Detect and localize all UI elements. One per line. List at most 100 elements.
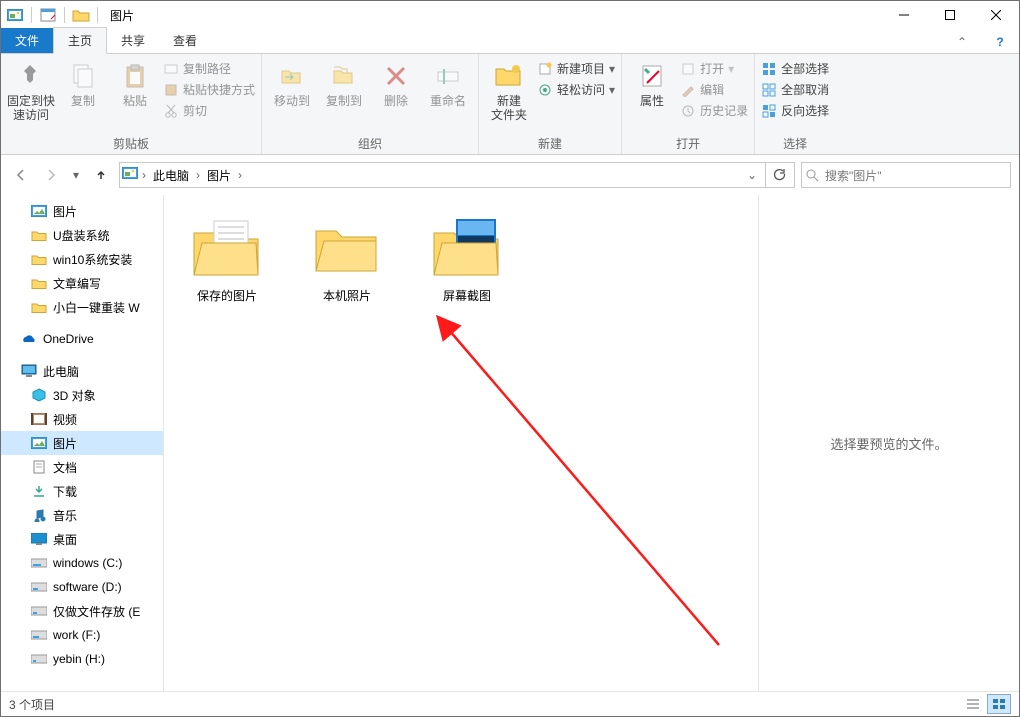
tab-share[interactable]: 共享 xyxy=(107,28,159,53)
tab-view[interactable]: 查看 xyxy=(159,28,211,53)
nav-downloads[interactable]: 下载 xyxy=(1,479,163,503)
edit-button[interactable]: 编辑 xyxy=(680,81,748,98)
cut-label: 剪切 xyxy=(183,102,207,119)
folder-item[interactable]: 屏幕截图 xyxy=(422,213,512,304)
nav-xiaobai[interactable]: 小白一键重装 W xyxy=(1,295,163,319)
properties-button[interactable]: 属性 xyxy=(628,56,676,108)
nav-drive-e[interactable]: 仅做文件存放 (E xyxy=(1,599,163,623)
nav-videos[interactable]: 视频 xyxy=(1,407,163,431)
nav-recent-button[interactable]: ▾ xyxy=(69,163,83,187)
address-icon xyxy=(122,167,138,183)
qat-properties-icon[interactable] xyxy=(38,5,58,25)
ribbon-group-open: 属性 打开 ▾ 编辑 历史记录 xyxy=(622,54,755,154)
folder-thumb-saved-pictures xyxy=(188,213,266,283)
new-item-icon xyxy=(537,61,553,77)
nav-drive-c[interactable]: windows (C:) xyxy=(1,551,163,575)
minimize-button[interactable] xyxy=(881,1,927,29)
select-none-button[interactable]: 全部取消 xyxy=(761,81,829,98)
folder-thumb-screenshots xyxy=(428,213,506,283)
explorer-window: 图片 文件 主页 共享 查看 ⌃ ? 固定到快 速访问 复制 xyxy=(0,0,1020,717)
select-none-label: 全部取消 xyxy=(781,81,829,98)
ribbon-group-select: 全部选择 全部取消 反向选择 选择 xyxy=(755,54,835,154)
videos-icon xyxy=(31,411,47,427)
nav-pictures-quick[interactable]: 图片 xyxy=(1,199,163,223)
new-folder-button[interactable]: 新建 文件夹 xyxy=(485,56,533,122)
delete-button[interactable]: 删除 xyxy=(372,56,420,108)
breadcrumb-root[interactable]: 此电脑 xyxy=(150,167,192,184)
open-icon xyxy=(680,61,696,77)
folder-item[interactable]: 本机照片 xyxy=(302,213,392,304)
nav-this-pc[interactable]: 此电脑 xyxy=(1,359,163,383)
address-bar-row: ▾ › 此电脑 › 图片 › ⌄ 搜索"图片" xyxy=(1,155,1019,195)
folder-label: 本机照片 xyxy=(323,287,371,304)
select-none-icon xyxy=(761,82,777,98)
nav-win10-install[interactable]: win10系统安装 xyxy=(1,247,163,271)
address-dropdown-icon[interactable]: ⌄ xyxy=(743,168,761,182)
cut-icon xyxy=(163,103,179,119)
onedrive-icon xyxy=(21,331,37,347)
nav-back-button[interactable] xyxy=(9,163,33,187)
invert-selection-button[interactable]: 反向选择 xyxy=(761,102,829,119)
nav-drive-f[interactable]: work (F:) xyxy=(1,623,163,647)
nav-up-button[interactable] xyxy=(89,163,113,187)
title-folder-icon xyxy=(71,5,91,25)
cut-button[interactable]: 剪切 xyxy=(163,102,255,119)
help-icon[interactable]: ? xyxy=(981,31,1019,53)
nav-music[interactable]: 音乐 xyxy=(1,503,163,527)
properties-icon xyxy=(636,60,668,92)
tab-file[interactable]: 文件 xyxy=(1,28,53,53)
ribbon-tabs: 文件 主页 共享 查看 ⌃ ? xyxy=(1,29,1019,54)
folder-label: 屏幕截图 xyxy=(443,287,491,304)
move-to-button[interactable]: 移动到 xyxy=(268,56,316,108)
search-box[interactable]: 搜索"图片" xyxy=(801,162,1011,188)
chevron-right-icon[interactable]: › xyxy=(142,168,146,182)
view-details-button[interactable] xyxy=(961,694,985,714)
nav-article[interactable]: 文章编写 xyxy=(1,271,163,295)
select-all-button[interactable]: 全部选择 xyxy=(761,60,829,77)
nav-pictures[interactable]: 图片 xyxy=(1,431,163,455)
delete-icon xyxy=(380,60,412,92)
drive-icon xyxy=(31,627,47,643)
rename-button[interactable]: 重命名 xyxy=(424,56,472,108)
maximize-button[interactable] xyxy=(927,1,973,29)
nav-forward-button[interactable] xyxy=(39,163,63,187)
downloads-icon xyxy=(31,483,47,499)
address-bar[interactable]: › 此电脑 › 图片 › ⌄ xyxy=(119,162,795,188)
open-label: 打开 xyxy=(700,60,724,77)
copy-button[interactable]: 复制 xyxy=(59,56,107,108)
edit-label: 编辑 xyxy=(700,81,724,98)
nav-drive-h[interactable]: yebin (H:) xyxy=(1,647,163,671)
copy-to-button[interactable]: 复制到 xyxy=(320,56,368,108)
easy-access-button[interactable]: 轻松访问 ▾ xyxy=(537,81,615,98)
preview-message: 选择要预览的文件。 xyxy=(830,434,947,453)
copy-path-button[interactable]: 复制路径 xyxy=(163,60,255,77)
pin-quick-access-button[interactable]: 固定到快 速访问 xyxy=(7,56,55,122)
chevron-right-icon[interactable]: › xyxy=(196,168,200,182)
file-list[interactable]: 保存的图片 本机照片 xyxy=(164,195,758,691)
folder-item[interactable]: 保存的图片 xyxy=(182,213,272,304)
nav-drive-d[interactable]: software (D:) xyxy=(1,575,163,599)
copy-icon xyxy=(67,60,99,92)
nav-documents[interactable]: 文档 xyxy=(1,455,163,479)
chevron-right-icon[interactable]: › xyxy=(238,168,242,182)
paste-button[interactable]: 粘贴 xyxy=(111,56,159,108)
ribbon-group-organize: 移动到 复制到 删除 重命名 组织 xyxy=(262,54,479,154)
open-button[interactable]: 打开 ▾ xyxy=(680,60,748,77)
nav-onedrive[interactable]: OneDrive xyxy=(1,327,163,351)
ribbon: 固定到快 速访问 复制 粘贴 复制路径 粘 xyxy=(1,54,1019,155)
app-icon[interactable] xyxy=(5,5,25,25)
history-button[interactable]: 历史记录 xyxy=(680,102,748,119)
new-item-button[interactable]: 新建项目 ▾ xyxy=(537,60,615,77)
copy-to-icon xyxy=(328,60,360,92)
refresh-button[interactable] xyxy=(765,163,792,187)
nav-usb-install[interactable]: U盘装系统 xyxy=(1,223,163,247)
paste-shortcut-button[interactable]: 粘贴快捷方式 xyxy=(163,81,255,98)
breadcrumb-current[interactable]: 图片 xyxy=(204,167,234,184)
view-thumbnails-button[interactable] xyxy=(987,694,1011,714)
ribbon-collapse-icon[interactable]: ⌃ xyxy=(943,31,981,53)
close-button[interactable] xyxy=(973,1,1019,29)
quick-access-toolbar xyxy=(1,5,106,25)
nav-3d-objects[interactable]: 3D 对象 xyxy=(1,383,163,407)
tab-home[interactable]: 主页 xyxy=(53,27,107,54)
nav-desktop[interactable]: 桌面 xyxy=(1,527,163,551)
